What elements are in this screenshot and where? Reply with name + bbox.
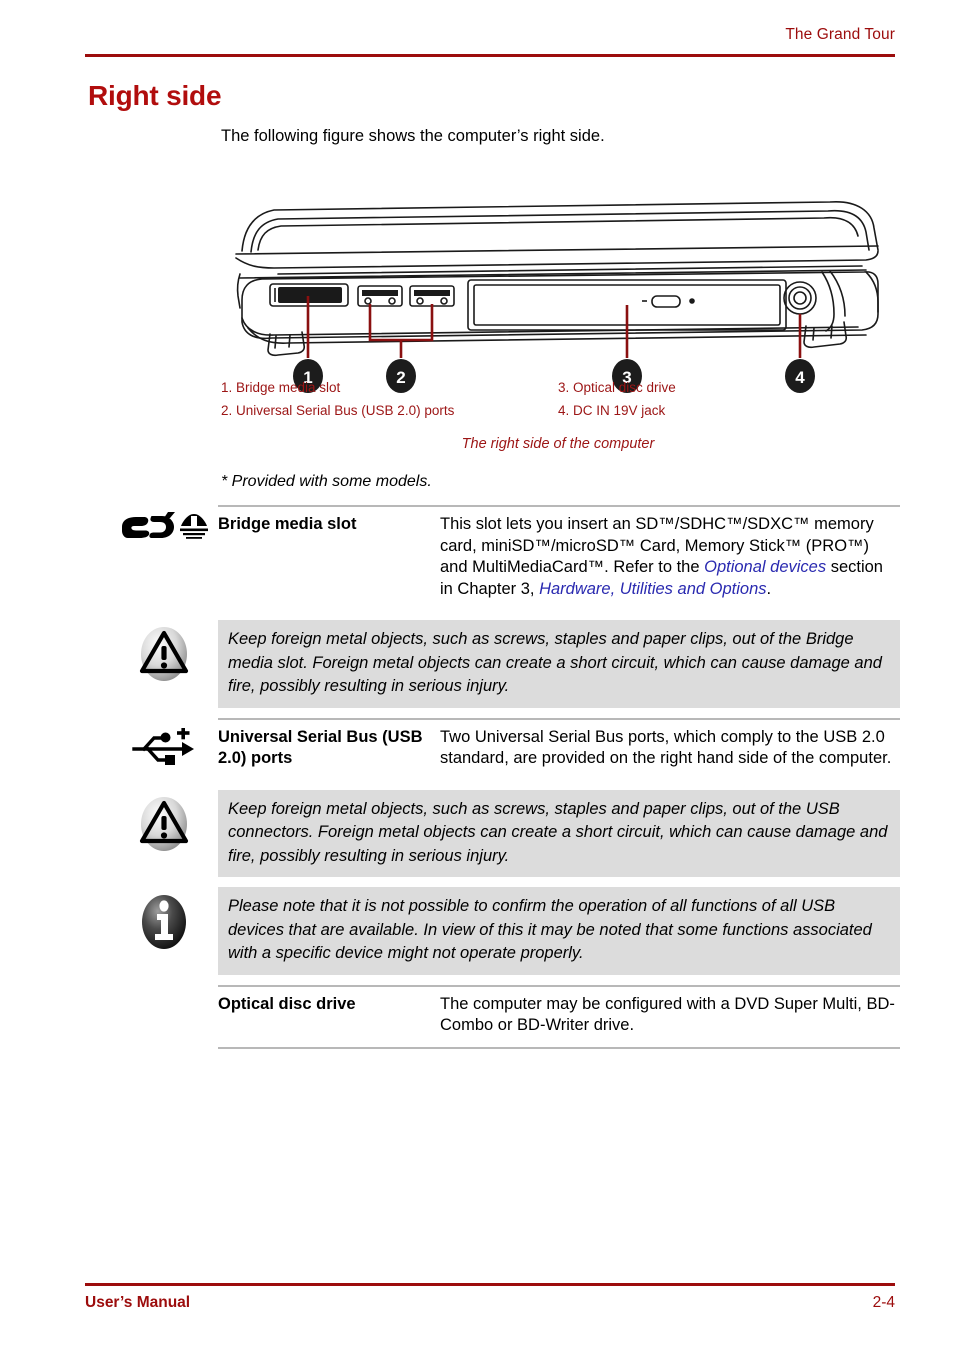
warning-triangle-icon-svg: [139, 796, 189, 851]
desc-text-part: .: [766, 579, 772, 598]
usb-icon: [110, 718, 218, 768]
definition-description: This slot lets you insert an SD™/SDHC™/S…: [440, 514, 900, 600]
definition-term: Optical disc drive: [218, 994, 356, 1013]
legend-item-3: 3. Optical disc drive: [558, 380, 676, 395]
legend-item-4: 4. DC IN 19V jack: [558, 403, 666, 418]
callout-text: Keep foreign metal objects, such as scre…: [218, 620, 900, 708]
figure-caption: The right side of the computer: [461, 436, 655, 452]
optical-disc-icon-placeholder: [110, 985, 218, 989]
callout-text: Keep foreign metal objects, such as scre…: [218, 789, 900, 877]
info-circle-icon-svg: [142, 895, 186, 949]
figure-legend: 1. Bridge media slot 3. Optical disc dri…: [221, 380, 901, 426]
feature-definition-table: Bridge media slot This slot lets you ins…: [110, 505, 900, 1049]
bridge-media-icons: [110, 505, 218, 543]
footer-manual-label: User’s Manual: [85, 1293, 191, 1311]
definition-body: Bridge media slot This slot lets you ins…: [218, 505, 900, 610]
definition-row-usb-ports: Universal Serial Bus (USB 2.0) ports Two…: [110, 717, 900, 780]
warning-callout-usb: Keep foreign metal objects, such as scre…: [110, 789, 900, 877]
footer-rule: [85, 1283, 895, 1286]
document-page: The Grand Tour Right side The following …: [0, 0, 954, 1352]
definition-description: Two Universal Serial Bus ports, which co…: [440, 727, 892, 768]
sd-card-icon: [122, 512, 208, 539]
definition-row-bridge-media-slot: Bridge media slot This slot lets you ins…: [110, 505, 900, 610]
info-callout-usb-devices: Please note that it is not possible to c…: [110, 887, 900, 975]
header-title: The Grand Tour: [785, 26, 895, 43]
warning-triangle-icon-svg: [139, 627, 189, 681]
definition-description: The computer may be configured with a DV…: [440, 994, 895, 1035]
header-rule: [85, 54, 895, 57]
legend-row: 2. Universal Serial Bus (USB 2.0) ports …: [221, 403, 901, 418]
warning-callout-bridge-media: Keep foreign metal objects, such as scre…: [110, 620, 900, 708]
warning-triangle-icon: [110, 620, 218, 682]
optional-devices-link[interactable]: Optional devices: [704, 558, 826, 576]
page-title: Right side: [88, 80, 222, 111]
page-number: 2-4: [872, 1293, 895, 1311]
page-header: The Grand Tour: [85, 26, 895, 57]
info-circle-icon: [110, 887, 218, 951]
definition-body: Universal Serial Bus (USB 2.0) ports Two…: [218, 717, 900, 780]
definition-row-optical-disc-drive: Optical disc drive The computer may be c…: [110, 984, 900, 1049]
usb-icon-svg: [132, 727, 194, 765]
legend-item-2: 2. Universal Serial Bus (USB 2.0) ports: [221, 403, 455, 418]
provided-with-some-models-note: * Provided with some models.: [221, 473, 432, 490]
callout-text: Please note that it is not possible to c…: [218, 887, 900, 975]
laptop-diagram-svg: 1 2 3 4: [235, 201, 879, 393]
footer-row: User’s Manual 2-4: [85, 1294, 895, 1312]
legend-item-1: 1. Bridge media slot: [221, 380, 341, 395]
laptop-right-side-figure: 1 2 3 4: [218, 188, 898, 468]
hardware-utilities-options-link[interactable]: Hardware, Utilities and Options: [539, 580, 766, 598]
page-footer: User’s Manual 2-4: [85, 1283, 895, 1312]
definition-body: Optical disc drive The computer may be c…: [218, 984, 900, 1049]
warning-triangle-icon: [110, 790, 218, 852]
definition-term: Universal Serial Bus (USB 2.0) ports: [218, 727, 423, 767]
intro-paragraph: The following figure shows the computer’…: [221, 127, 605, 145]
legend-row: 1. Bridge media slot 3. Optical disc dri…: [221, 380, 901, 395]
definition-term: Bridge media slot: [218, 515, 357, 533]
